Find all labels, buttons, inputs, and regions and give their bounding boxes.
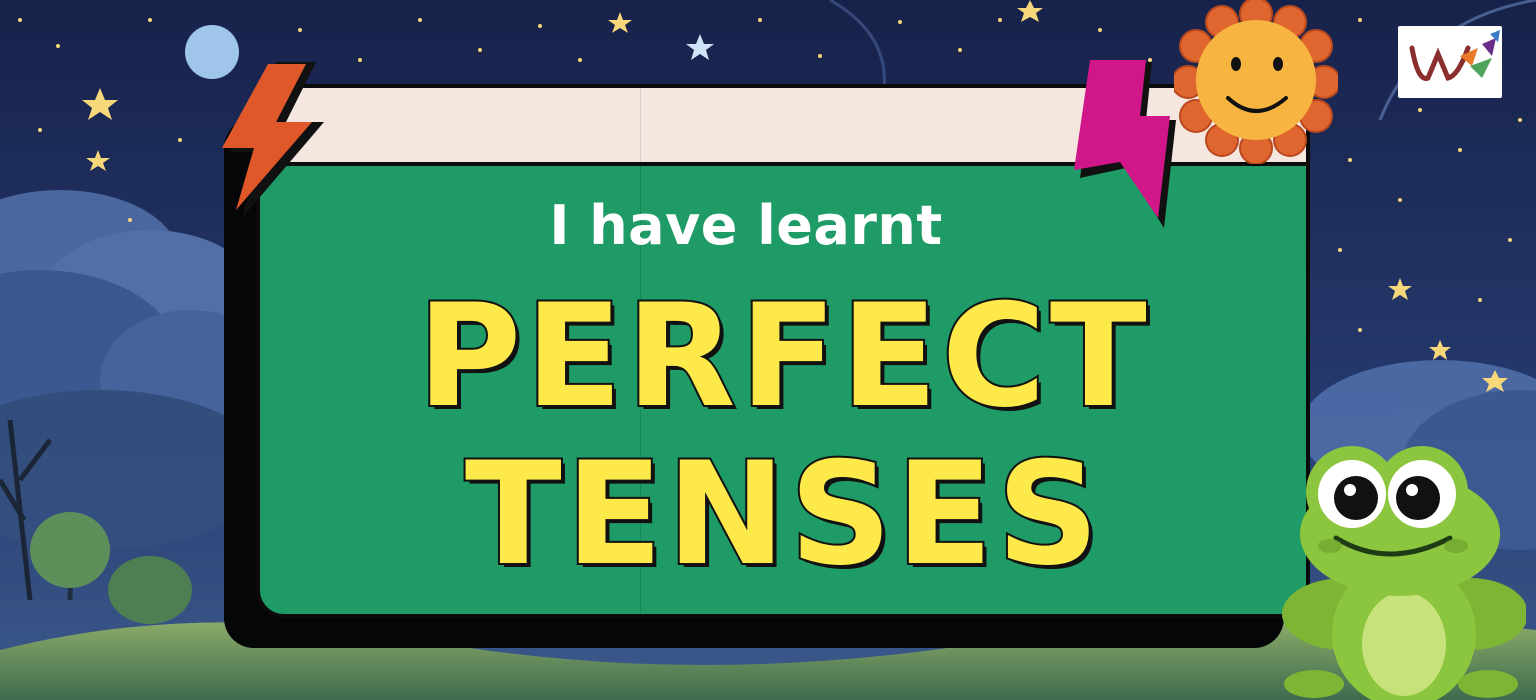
slide-subtitle: I have learnt [549, 194, 943, 257]
logo[interactable] [1398, 26, 1502, 98]
headline-line-2: TENSES [463, 432, 1104, 597]
smiling-frog-icon [1282, 446, 1526, 700]
w-logo-icon [1409, 30, 1500, 81]
headline-line-1: PERFECT [415, 274, 1151, 439]
smiling-sun-icon [1174, 0, 1338, 164]
